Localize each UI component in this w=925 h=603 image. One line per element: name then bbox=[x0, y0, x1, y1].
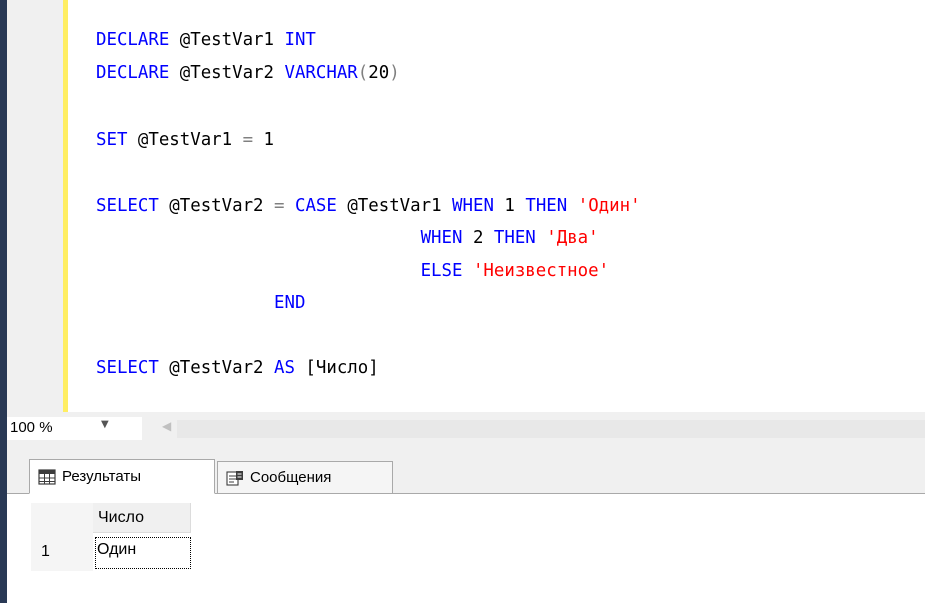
results-tabstrip: Результаты Сообщения bbox=[7, 445, 925, 494]
code-token: THEN bbox=[493, 228, 536, 248]
code-token: 'Два' bbox=[546, 228, 599, 248]
messages-icon bbox=[226, 470, 243, 486]
code-token: 20 bbox=[368, 63, 390, 83]
code-token: 2 bbox=[462, 228, 494, 248]
code-token: INT bbox=[284, 30, 316, 50]
code-token: 1 bbox=[493, 196, 526, 216]
code-token: WHEN bbox=[420, 228, 463, 248]
zoom-dropdown[interactable]: 100 % ▼ bbox=[7, 417, 142, 440]
window-left-border bbox=[0, 0, 7, 603]
code-token: 'Один' bbox=[577, 196, 641, 216]
code-token: WHEN bbox=[452, 196, 494, 216]
code-token: [Число] bbox=[294, 358, 379, 378]
code-token: = bbox=[274, 196, 285, 216]
code-token: @TestVar1 bbox=[336, 196, 453, 216]
code-token: = bbox=[242, 130, 254, 150]
results-panel: Результаты Сообщения Число 1 Один bbox=[7, 445, 925, 603]
scroll-left-icon[interactable]: ◀ bbox=[162, 419, 171, 433]
code-line[interactable]: SELECT @TestVar2 = CASE @TestVar1 WHEN 1… bbox=[96, 195, 641, 217]
code-line[interactable]: DECLARE @TestVar2 VARCHAR(20) bbox=[96, 62, 400, 84]
tab-results[interactable]: Результаты bbox=[29, 459, 215, 494]
code-token: @TestVar2 bbox=[169, 63, 285, 83]
code-token: SELECT bbox=[96, 358, 159, 378]
code-token: AS bbox=[274, 358, 295, 378]
code-token: ) bbox=[389, 63, 400, 83]
column-header[interactable]: Число bbox=[93, 503, 191, 533]
horizontal-scrollbar[interactable] bbox=[177, 420, 925, 438]
code-token: 1 bbox=[253, 130, 275, 150]
cell-focus-outline bbox=[95, 537, 191, 569]
code-token: THEN bbox=[525, 196, 568, 216]
row-number[interactable]: 1 bbox=[31, 533, 93, 571]
code-line[interactable]: WHEN 2 THEN 'Два' bbox=[96, 227, 599, 249]
code-token: SET bbox=[96, 130, 128, 150]
tab-messages[interactable]: Сообщения bbox=[217, 461, 393, 493]
code-token: @TestVar2 bbox=[158, 358, 274, 378]
grid-corner[interactable] bbox=[31, 503, 93, 533]
editor-gutter bbox=[7, 0, 63, 412]
code-token: @TestVar1 bbox=[169, 30, 285, 50]
code-line[interactable]: DECLARE @TestVar1 INT bbox=[96, 29, 316, 51]
code-line[interactable]: SET @TestVar1 = 1 bbox=[96, 129, 274, 151]
code-token: SELECT bbox=[96, 196, 159, 216]
code-token: @TestVar1 bbox=[127, 130, 243, 150]
ssms-query-window: DECLARE @TestVar1 INT DECLARE @TestVar2 V… bbox=[0, 0, 925, 603]
code-line[interactable]: END bbox=[96, 292, 305, 314]
tab-results-label: Результаты bbox=[62, 468, 141, 485]
code-token: DECLARE bbox=[96, 63, 170, 83]
code-token: CASE bbox=[294, 196, 337, 216]
code-token: DECLARE bbox=[96, 30, 170, 50]
zoom-bar: 100 % ▼ ◀ bbox=[7, 412, 925, 445]
zoom-value: 100 % bbox=[10, 419, 53, 436]
code-line[interactable]: ELSE 'Неизвестное' bbox=[96, 260, 610, 282]
code-token: 'Неизвестное' bbox=[472, 261, 610, 281]
code-token: END bbox=[274, 293, 306, 313]
grid-icon bbox=[38, 468, 56, 485]
code-token: @TestVar2 bbox=[158, 196, 274, 216]
code-line[interactable]: SELECT @TestVar2 AS [Число] bbox=[96, 357, 379, 379]
tab-messages-label: Сообщения bbox=[250, 469, 332, 486]
code-token: ( bbox=[357, 63, 369, 83]
sql-editor[interactable]: DECLARE @TestVar1 INT DECLARE @TestVar2 V… bbox=[68, 0, 925, 412]
code-token: ELSE bbox=[420, 261, 463, 281]
chevron-down-icon: ▼ bbox=[101, 419, 109, 430]
code-token: VARCHAR bbox=[284, 63, 358, 83]
